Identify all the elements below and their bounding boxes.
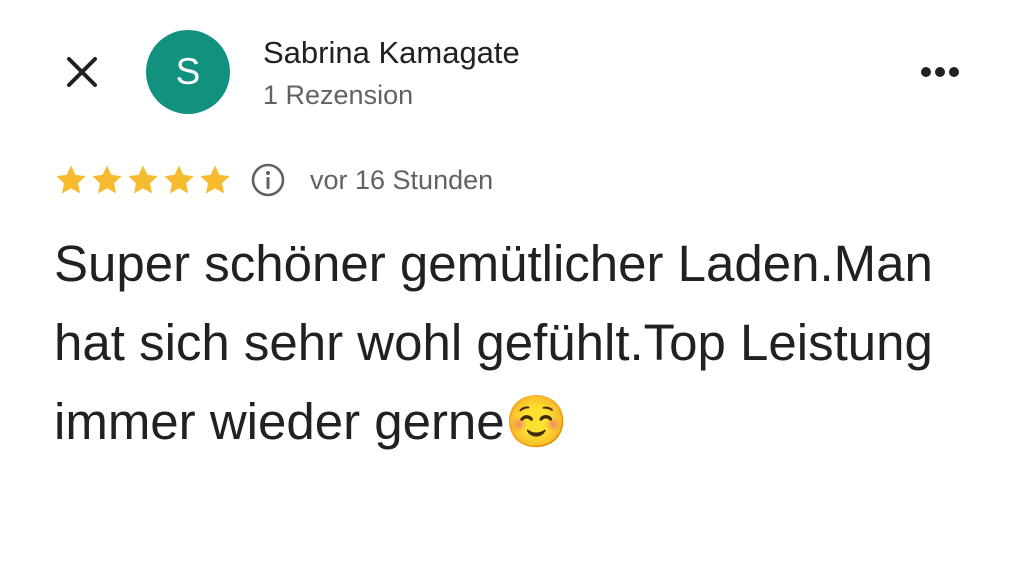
more-options-button[interactable] <box>912 54 968 90</box>
close-button[interactable] <box>60 50 104 94</box>
review-text: Super schöner gemütlicher Laden.Man hat … <box>54 235 933 450</box>
star-rating <box>54 163 234 197</box>
info-icon[interactable] <box>250 162 286 198</box>
more-horizontal-icon <box>921 67 959 77</box>
star-icon <box>92 165 122 194</box>
star-icon <box>128 165 158 194</box>
star-icon <box>56 165 86 194</box>
star-icon <box>200 165 230 194</box>
author-review-count: 1 Rezension <box>263 80 414 110</box>
review-dialog: S Sabrina Kamagate 1 Rezension vor 16 St… <box>0 0 1024 569</box>
star-icon <box>164 165 194 194</box>
rating-row: vor 16 Stunden <box>54 160 493 200</box>
review-time: vor 16 Stunden <box>310 164 494 195</box>
close-icon <box>67 57 97 87</box>
avatar[interactable]: S <box>146 30 230 114</box>
author-name[interactable]: Sabrina Kamagate <box>263 33 520 73</box>
